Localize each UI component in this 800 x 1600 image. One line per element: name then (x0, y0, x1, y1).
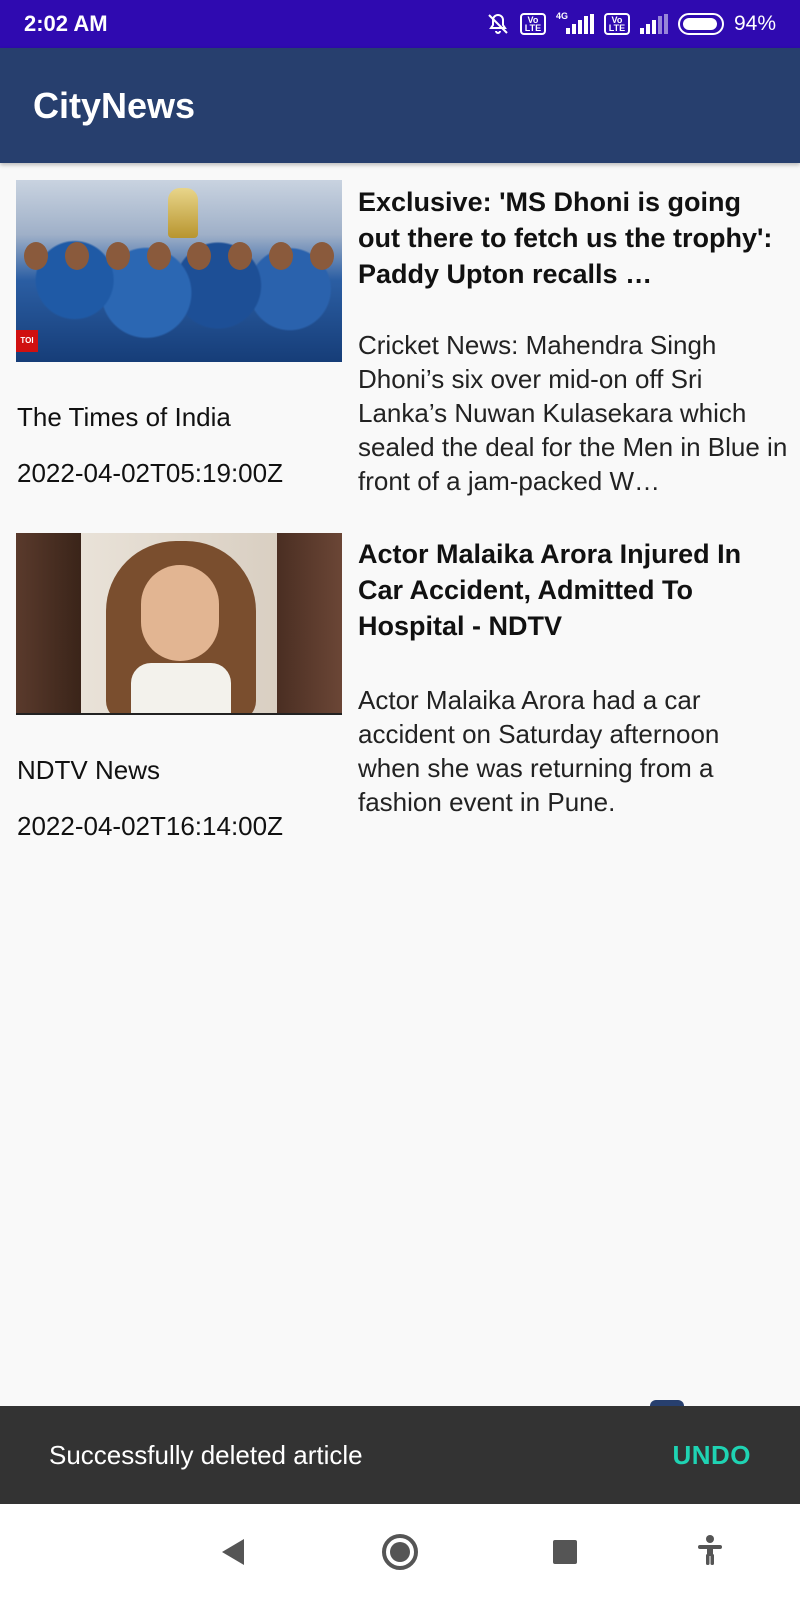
app-bar: CityNews (0, 48, 800, 163)
signal-icon (639, 14, 668, 34)
bell-muted-icon (486, 12, 510, 36)
trophy-image-detail (168, 188, 198, 238)
article-description: Cricket News: Mahendra Singh Dhoni’s six… (358, 330, 788, 496)
back-icon (222, 1539, 244, 1565)
back-button[interactable] (193, 1504, 273, 1600)
portrait-outfit-detail (131, 663, 231, 713)
status-icons: Vo LTE 4G Vo LTE 94% (486, 11, 776, 36)
system-nav-bar (0, 1504, 800, 1600)
article-thumbnail[interactable] (16, 533, 342, 715)
team-image-detail (16, 242, 342, 270)
volte-icon: Vo LTE (603, 13, 630, 35)
app-title: CityNews (33, 84, 196, 126)
home-button[interactable] (360, 1504, 440, 1600)
status-bar: 2:02 AM Vo LTE 4G Vo LTE 94% (0, 0, 800, 48)
home-icon (382, 1534, 418, 1570)
article-description: Actor Malaika Arora had a car accident o… (358, 685, 720, 817)
signal-icon: 4G (555, 11, 594, 34)
article-date: 2022-04-02T16:14:00Z (17, 811, 283, 841)
portrait-face-detail (141, 565, 219, 661)
publisher-badge: TOI (16, 330, 38, 352)
accessibility-icon (695, 1534, 725, 1571)
snackbar: Successfully deleted article UNDO (0, 1406, 800, 1504)
battery-fill (682, 18, 717, 30)
snackbar-message: Successfully deleted article (49, 1439, 363, 1470)
article-headline[interactable]: Actor Malaika Arora Injured In Car Accid… (358, 536, 788, 644)
screen: 2:02 AM Vo LTE 4G Vo LTE 94% CityNews TO… (0, 0, 800, 1600)
article-source: The Times of India (17, 402, 231, 432)
undo-button[interactable]: UNDO (672, 1440, 751, 1471)
volte-icon: Vo LTE (519, 13, 546, 35)
status-time: 2:02 AM (24, 11, 108, 36)
article-date: 2022-04-02T05:19:00Z (17, 458, 283, 488)
recents-button[interactable] (525, 1504, 605, 1600)
battery-icon (677, 13, 724, 35)
recents-icon (553, 1540, 577, 1564)
accessibility-button[interactable] (670, 1504, 750, 1600)
article-thumbnail[interactable]: TOI (16, 180, 342, 362)
article-headline[interactable]: Exclusive: 'MS Dhoni is going out there … (358, 184, 788, 292)
network-type-label: 4G (555, 11, 568, 21)
article-source: NDTV News (17, 755, 161, 785)
battery-percentage: 94% (733, 12, 776, 35)
